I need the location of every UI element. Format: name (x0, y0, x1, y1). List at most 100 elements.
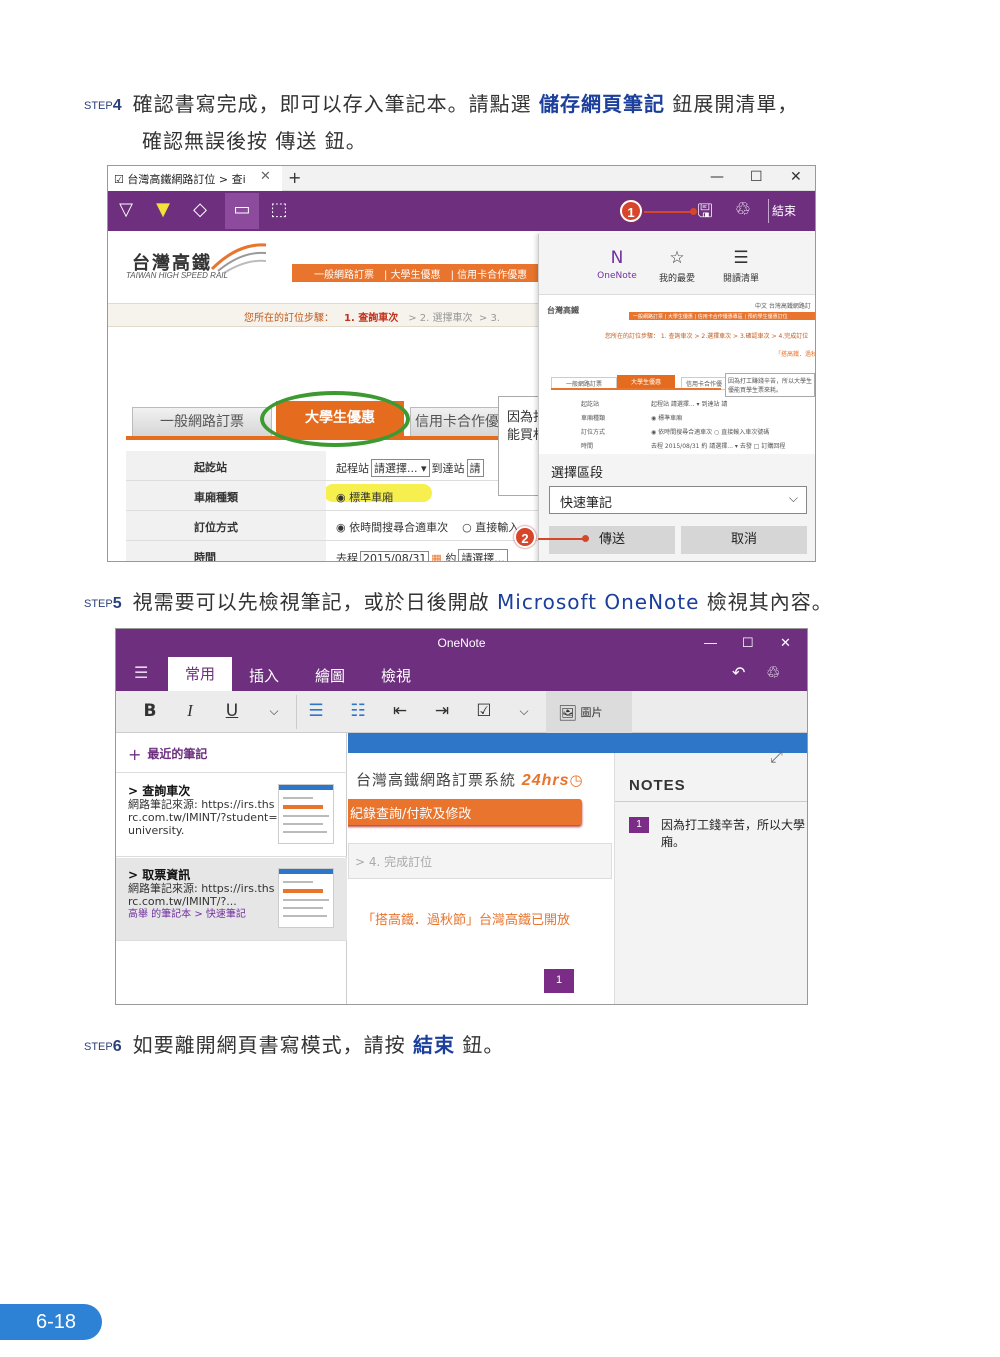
close-window-button[interactable]: ✕ (790, 169, 802, 185)
undo-icon[interactable]: ↶ (732, 663, 745, 682)
expand-icon[interactable]: ⤢ (770, 747, 783, 767)
callout-line-2 (538, 538, 584, 540)
minimize-button[interactable]: — (710, 169, 724, 185)
new-tab-button[interactable]: + (288, 168, 301, 187)
nav-student[interactable]: 大學生優惠 (391, 270, 441, 281)
form-row: 訂位方式 ◉ 依時間搜尋合適車次 ○ 直接輸入 (126, 511, 538, 541)
checkbox-icon[interactable]: ☑ (472, 701, 496, 721)
note-thumbnail (278, 868, 334, 928)
exit-button[interactable]: 結束 (772, 202, 796, 219)
destination-select[interactable]: 請 (466, 459, 484, 477)
save-webnote-panel: N OneNote ☆ 我的最愛 ☰ 閱讀清單 台灣高鐵 中文 台灣高鐵網路訂 一般網… (538, 234, 815, 561)
webnote-toolbar: ▽ ▼ ◇ ▭ ⬚ 🖫 ♲ 結束 (108, 191, 815, 231)
italic-icon[interactable]: I (178, 701, 202, 721)
date-field[interactable]: 2015/08/31 (360, 551, 430, 561)
chevron-down-icon[interactable]: ⌵ (262, 704, 286, 719)
section-label: 選擇區段 (551, 466, 604, 481)
clip-icon[interactable]: ⬚ (266, 199, 292, 220)
note-desc: 網路筆記來源: https://irs.thsrc.com.tw/IMINT/?… (128, 882, 275, 908)
form-label: 車廂種類 (126, 481, 326, 510)
numbered-list-icon[interactable]: ☷ (346, 701, 370, 721)
step-number: 6 (112, 1038, 123, 1055)
favorites-option[interactable]: ☆ 我的最愛 (645, 248, 709, 284)
section-value: 快速筆記 (560, 496, 613, 511)
star-icon: ☆ (669, 248, 685, 268)
list-item[interactable]: > 查詢車次 網路筆記來源: https://irs.thsrc.com.tw/… (116, 774, 347, 857)
note-number: 1 (629, 817, 649, 833)
reading-list-option[interactable]: ☰ 閱讀清單 (709, 248, 773, 284)
share-icon[interactable]: ♲ (766, 663, 780, 682)
hamburger-icon[interactable]: ☰ (134, 663, 148, 682)
note-text: 因為打工錢辛苦，所以大學 廂。 (661, 818, 806, 849)
toolbar-divider (768, 199, 769, 223)
callout-marker-1: 1 (620, 200, 642, 222)
onenote-icon: N (610, 248, 624, 268)
section-dropdown[interactable]: 快速筆記 ⌵ (549, 486, 807, 514)
send-button[interactable]: 傳送 (549, 526, 675, 554)
eraser-icon[interactable]: ◇ (187, 199, 213, 220)
tab-general[interactable]: 一般網路訂票 (132, 407, 272, 437)
search-by-time-radio[interactable]: ◉ 依時間搜尋合適車次 (336, 521, 448, 534)
step-label: STEP (84, 598, 113, 610)
booking-form: 起訖站 起程站 請選擇... ▾ 到達站請 車廂種類 ◉ 標準車廂 訂位方式 ◉ 依… (126, 451, 538, 561)
outdent-icon[interactable]: ⇤ (388, 701, 412, 721)
share-icon[interactable]: ♲ (730, 199, 756, 220)
callout-dot-1 (690, 208, 697, 215)
edge-webnote-screenshot: ☑ 台灣高鐵網路訂位 > 查i ✕ + — ☐ ✕ ▽ ▼ ◇ ▭ ⬚ 🖫 ♲ … (107, 165, 816, 562)
minimize-button[interactable]: — (704, 629, 717, 657)
note-desc: 網路筆記來源: https://irs.thsrc.com.tw/IMINT/?… (128, 798, 278, 837)
browser-tab-bar: ☑ 台灣高鐵網路訂位 > 查i ✕ + — ☐ ✕ (108, 166, 815, 191)
list-item[interactable]: > 取票資訊 網路筆記來源: https://irs.thsrc.com.tw/… (116, 858, 347, 941)
step5-highlight-onenote: Microsoft OneNote (497, 590, 700, 614)
tab-view[interactable]: 檢視 (381, 665, 411, 686)
step6-text2: 鈕。 (455, 1033, 505, 1057)
indent-icon[interactable]: ⇥ (430, 701, 454, 721)
bullet-list-icon[interactable]: ☰ (304, 701, 328, 721)
recent-notes-header[interactable]: + 最近的筆記 (116, 733, 347, 773)
app-title: OneNote (437, 636, 486, 650)
form-label: 起訖站 (126, 451, 326, 480)
bold-icon[interactable]: B (138, 701, 162, 721)
calendar-icon[interactable]: ▦ (431, 552, 441, 561)
callout-line-1 (644, 211, 692, 213)
time-select[interactable]: 請選擇... (458, 549, 508, 561)
nav-general[interactable]: 一般網路訂票 (314, 270, 374, 281)
step6-line: STEP6 如要離開網頁書寫模式，請按 結束 鈕。 (84, 1029, 504, 1058)
notes-pane: NOTES 1 因為打工錢辛苦，所以大學 廂。 (614, 753, 807, 1004)
tab-close-icon[interactable]: ✕ (260, 169, 271, 184)
tab-draw[interactable]: 繪圖 (315, 665, 345, 686)
notes-header: NOTES (629, 777, 686, 794)
callout-dot-2 (582, 535, 589, 542)
nav-card[interactable]: 信用卡合作優惠 (457, 270, 527, 281)
list-icon: ☰ (733, 248, 749, 268)
24hrs-badge: 24hrs (521, 772, 570, 789)
maximize-button[interactable]: ☐ (750, 169, 763, 185)
clock-icon: ◷ (569, 771, 584, 789)
direct-input-radio[interactable]: ○ 直接輸入 (462, 521, 519, 534)
chevron-down-icon[interactable]: ⌵ (512, 704, 536, 719)
note-marker[interactable]: 1 (544, 969, 574, 993)
close-window-button[interactable]: ✕ (780, 629, 791, 657)
tab-insert[interactable]: 插入 (249, 665, 279, 686)
step5-text2: 檢視其內容。 (699, 590, 833, 614)
onenote-option[interactable]: N OneNote (585, 248, 649, 281)
pen-icon[interactable]: ▽ (113, 199, 139, 220)
cancel-button[interactable]: 取消 (681, 526, 807, 554)
browser-tab[interactable]: ☑ 台灣高鐵網路訂位 > 查i ✕ (108, 166, 282, 191)
page-orange-bar: 紀錄查詢/付款及修改 (348, 799, 582, 825)
underline-icon[interactable]: U (220, 701, 244, 721)
tab-home[interactable]: 常用 (168, 657, 232, 691)
form-label: 時間 (126, 541, 326, 561)
highlighter-icon[interactable]: ▼ (150, 199, 176, 220)
site-nav: 一般網路訂票 | 大學生優惠 | 信用卡合作優惠 (292, 264, 538, 282)
origin-select[interactable]: 請選擇... ▾ (371, 459, 430, 477)
add-note-icon[interactable]: ▭ (229, 199, 255, 220)
callout-marker-2: 2 (514, 526, 536, 548)
maximize-button[interactable]: ☐ (742, 629, 754, 657)
crumb-step2: > 2. 選擇車次 (408, 313, 473, 324)
step-number: 5 (112, 595, 123, 612)
page-title: 台灣高鐵網路訂票系統 24hrs◷ (356, 771, 584, 789)
car-type-radio[interactable]: ◉ 標準車廂 (336, 489, 393, 505)
onenote-titlebar: OneNote — ☐ ✕ (116, 629, 807, 657)
insert-picture-button[interactable]: 🖼 圖片 (546, 691, 632, 733)
